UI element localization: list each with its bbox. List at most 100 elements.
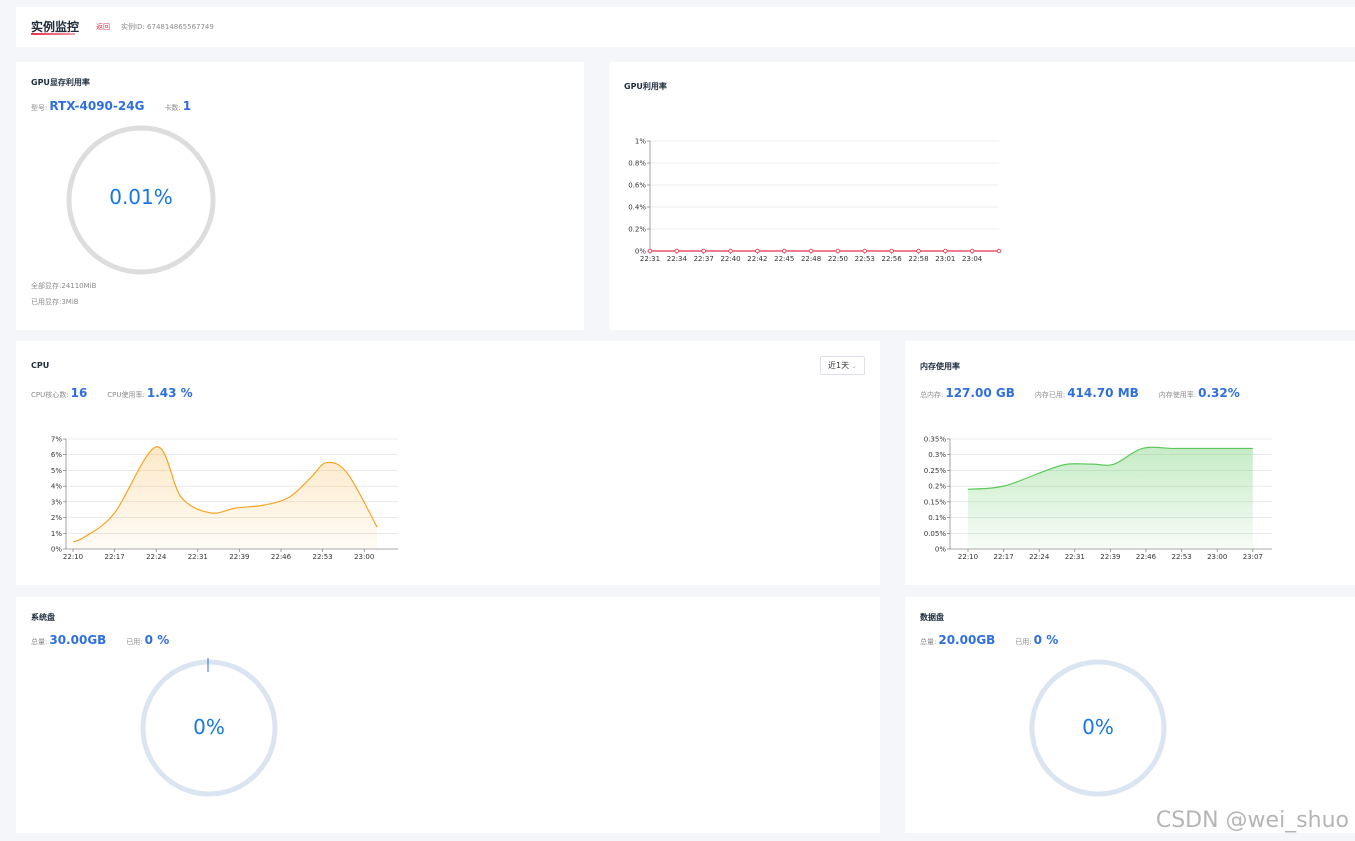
data-disk-used-label: 已用:	[1015, 638, 1032, 646]
memory-info-row: 总内存: 127.00 GB 内存已用: 414.70 MB 内存使用率: 0.…	[920, 386, 1260, 400]
system-disk-used-label: 已用:	[126, 638, 143, 646]
model-label: 型号:	[31, 104, 48, 112]
system-disk-percent: 0%	[193, 715, 225, 739]
memory-series-area	[968, 447, 1253, 549]
memory-xtick-label: 22:17	[994, 553, 1014, 561]
gpu-xtick-label: 23:01	[935, 255, 955, 263]
gpu-util-title: GPU利用率	[624, 82, 667, 91]
gpu-xtick-label: 22:50	[828, 255, 848, 263]
cpu-xtick-label: 22:24	[146, 553, 167, 561]
gpu-data-point	[755, 248, 760, 254]
header-bar: 实例监控 返回 实例ID: 674814865567749	[16, 7, 1355, 47]
cpu-usage-label: CPU使用率:	[107, 391, 145, 399]
gpu-data-point	[782, 248, 787, 254]
page-title-underline	[31, 33, 75, 35]
gpu-data-point	[835, 248, 841, 254]
cpu-ytick-label: 3%	[51, 498, 62, 506]
system-disk-title: 系统盘	[31, 613, 55, 622]
gpu-data-point	[674, 248, 680, 254]
cpu-ytick-label: 1%	[51, 530, 62, 538]
data-disk-total-label: 总量:	[920, 638, 937, 646]
data-disk-total-value: 20.00GB	[938, 633, 996, 647]
cpu-xtick-label: 22:46	[271, 553, 292, 561]
cpu-ytick-label: 5%	[51, 467, 62, 475]
gpu-ytick-label: 1%	[635, 138, 646, 146]
memory-ytick-label: 0%	[935, 546, 946, 554]
cpu-xtick-label: 23:00	[354, 553, 374, 561]
cards-label: 卡数:	[164, 104, 181, 112]
cpu-xtick-label: 22:17	[105, 553, 125, 561]
memory-chart: 0% 0.05% 0.1% 0.15% 0.2% 0.25% 0.3% 0.35% 22:10 2…	[924, 436, 1272, 561]
watermark: CSDN @wei_shuo	[1155, 808, 1349, 833]
memory-xtick-label: 22:39	[1100, 553, 1120, 561]
cpu-cores-value: 16	[70, 386, 88, 400]
back-link[interactable]: 返回	[96, 22, 110, 32]
memory-xtick-label: 22:24	[1029, 553, 1050, 561]
gpu-data-point	[728, 248, 733, 254]
memory-xtick-label: 23:07	[1243, 553, 1263, 561]
system-disk-info-row: 总量: 30.00GB 已用: 0 %	[31, 633, 189, 647]
gpu-data-point	[916, 248, 921, 254]
cpu-card: CPU 近1天 ⌄ CPU核心数: 16 CPU使用率: 1.43 % 0% 1%…	[16, 341, 880, 585]
cpu-xtick-label: 22:10	[63, 553, 83, 561]
data-disk-percent: 0%	[1082, 715, 1114, 739]
data-disk-title: 数据盘	[920, 613, 944, 622]
memory-xtick-label: 22:53	[1172, 553, 1192, 561]
gpu-xtick-label: 22:40	[720, 255, 740, 263]
cpu-title: CPU	[31, 361, 50, 370]
cpu-xtick-label: 22:31	[188, 553, 208, 561]
gpu-data-point	[943, 248, 948, 254]
gpu-ytick-label: 0.6%	[628, 182, 646, 190]
cpu-cores-label: CPU核心数:	[31, 391, 69, 399]
gpu-xtick-label: 22:53	[855, 255, 875, 263]
memory-used-value: 414.70 MB	[1067, 386, 1139, 400]
gpu-data-point	[647, 248, 653, 254]
gpu-xtick-label: 22:48	[801, 255, 821, 263]
gpu-memory-title: GPU显存利用率	[31, 78, 90, 87]
cpu-ytick-label: 7%	[51, 436, 62, 444]
memory-total-value: 127.00 GB	[945, 386, 1015, 400]
memory-rate-value: 0.32%	[1198, 386, 1240, 400]
gpu-used-memory: 已用显存:3MiB	[31, 298, 79, 306]
memory-ytick-label: 0.25%	[924, 467, 947, 475]
instance-id: 实例ID: 674814865567749	[121, 23, 214, 31]
gpu-data-point	[996, 248, 1002, 254]
cpu-xtick-label: 22:39	[229, 553, 249, 561]
memory-card: 内存使用率 总内存: 127.00 GB 内存已用: 414.70 MB 内存使…	[905, 341, 1355, 585]
system-disk-used-value: 0 %	[144, 633, 170, 647]
gpu-ytick-label: 0.4%	[628, 204, 646, 212]
cpu-info-row: CPU核心数: 16 CPU使用率: 1.43 %	[31, 386, 213, 400]
gpu-data-point	[969, 248, 975, 254]
data-disk-card: 数据盘 总量: 20.00GB 已用: 0 % 0%	[905, 597, 1355, 833]
system-disk-total-value: 30.00GB	[49, 633, 107, 647]
cpu-ytick-label: 0%	[51, 546, 62, 554]
gpu-total-memory: 全部显存:24110MiB	[31, 282, 97, 290]
memory-rate-label: 内存使用率:	[1158, 391, 1197, 399]
gpu-data-point	[701, 248, 706, 254]
gpu-xtick-label: 23:04	[962, 255, 983, 263]
chevron-down-icon: ⌄	[851, 361, 857, 370]
gpu-info-row: 型号: RTX-4090-24G 卡数: 1	[31, 99, 211, 113]
gpu-memory-card: GPU显存利用率 型号: RTX-4090-24G 卡数: 1 0.01% 全部…	[16, 62, 584, 330]
gpu-util-card: GPU利用率 0% 0.2% 0.4% 0.6% 0.8% 1% 22:31 22:34 22:…	[609, 62, 1355, 330]
gpu-data-point	[889, 248, 894, 254]
cards-value: 1	[182, 99, 192, 113]
gpu-data-point	[808, 248, 814, 254]
gpu-xtick-label: 22:42	[747, 255, 767, 263]
memory-ytick-label: 0.1%	[928, 514, 946, 522]
cpu-usage-value: 1.43 %	[146, 386, 193, 400]
cpu-ytick-label: 6%	[51, 451, 62, 459]
gpu-xtick-label: 22:37	[694, 255, 714, 263]
memory-xtick-label: 23:00	[1207, 553, 1227, 561]
cpu-ytick-label: 2%	[51, 514, 62, 522]
gpu-xtick-label: 22:31	[640, 255, 660, 263]
memory-xtick-label: 22:46	[1136, 553, 1157, 561]
system-disk-total-label: 总量:	[31, 638, 48, 646]
cpu-ytick-label: 4%	[51, 483, 62, 491]
memory-ytick-label: 0.35%	[924, 436, 947, 444]
memory-xtick-label: 22:31	[1065, 553, 1085, 561]
memory-used-label: 内存已用:	[1034, 391, 1066, 399]
time-range-select[interactable]: 近1天 ⌄	[820, 356, 865, 375]
gpu-data-point	[862, 248, 867, 254]
data-disk-info-row: 总量: 20.00GB 已用: 0 %	[920, 633, 1078, 647]
